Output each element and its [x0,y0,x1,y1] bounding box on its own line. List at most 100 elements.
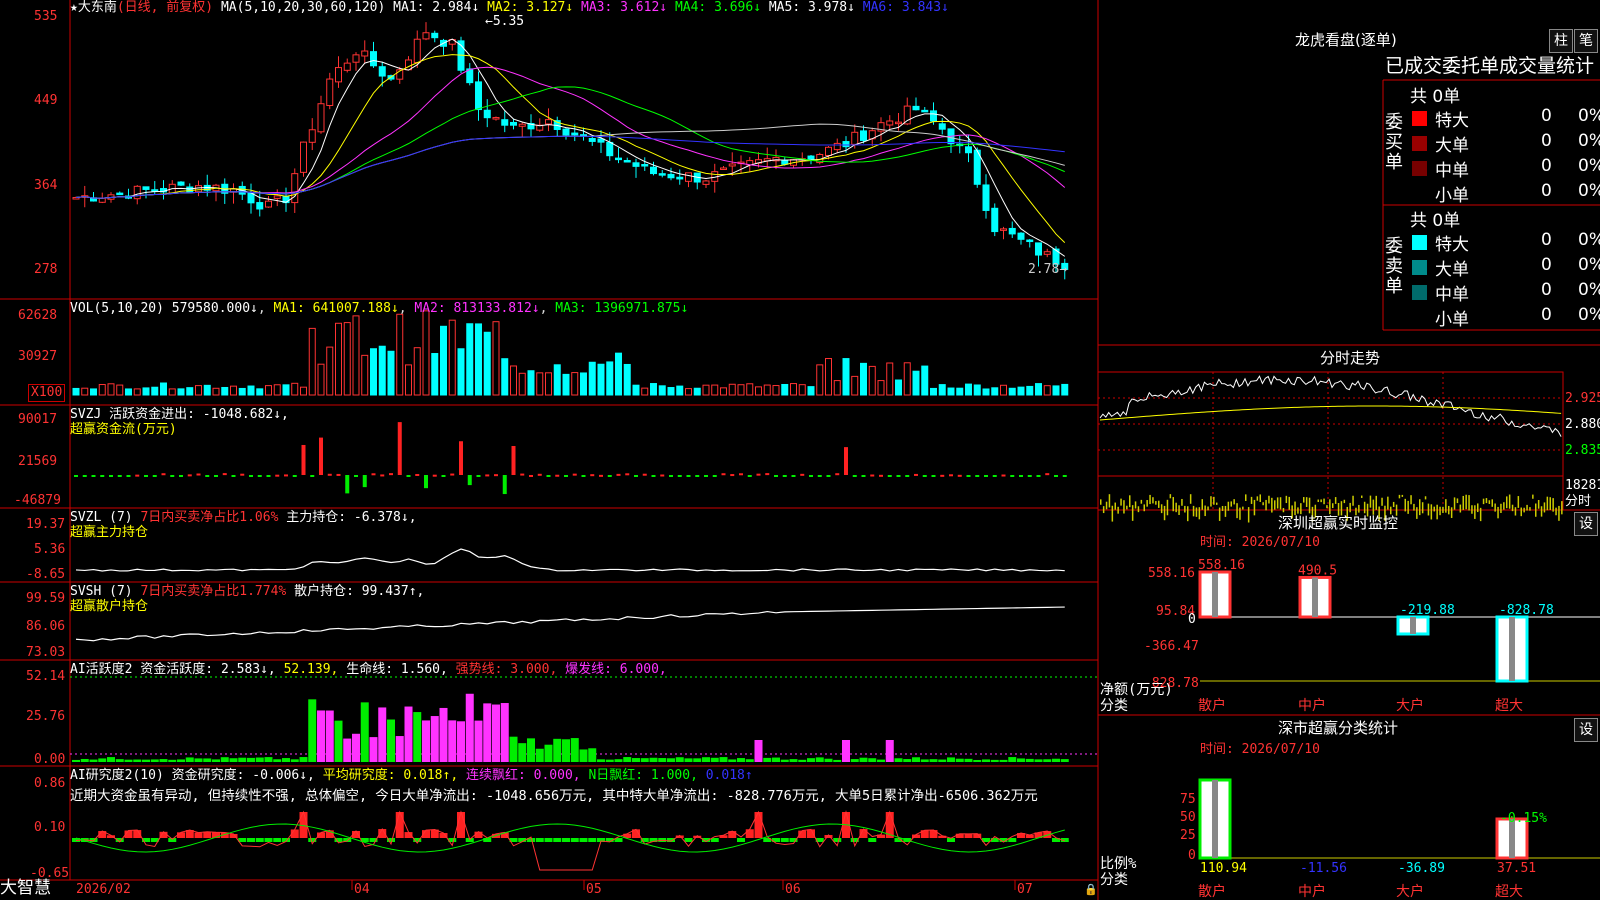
research-bar [562,838,570,842]
intraday-volume-bar [1195,507,1198,517]
candle-body [475,81,482,111]
intraday-volume-bar [1477,503,1479,513]
volume-bar [431,353,439,396]
intraday-volume-bar [1326,505,1328,509]
svzj-bar [257,475,262,477]
svzj-bar [82,475,87,477]
activity-bar [982,759,990,762]
intraday-volume-bar [1137,506,1140,513]
svzj-bar [292,475,297,477]
svzj-bar [1036,475,1041,477]
intraday-volume-bar [1488,500,1491,504]
intraday-volume-bar [1262,502,1264,506]
volume-bar [72,387,80,396]
intraday-volume-bar [1474,505,1476,519]
svzj-bar [205,475,210,477]
activity-bar [518,743,527,762]
lhb-tabs[interactable]: 已成交委托单成交量统计 [1385,55,1594,77]
candle-body [186,186,194,193]
candle-body [825,146,832,156]
ma5-value: MA5: 3.978↓ [768,0,855,15]
volume-bar [308,327,316,396]
volume-bar [938,384,946,396]
buy-orders-label: 委买单 [1385,112,1403,173]
volume-bar [842,358,850,396]
activity-bar [80,758,89,762]
intraday-volume-bar [1117,506,1119,514]
lhb-title: 龙虎看盘(逐单) [1295,31,1397,49]
volume-bar [860,362,867,396]
activity-bar [430,716,439,762]
intraday-volume-bar [1210,496,1212,507]
volume-bar [597,363,605,396]
activity-bar [1060,759,1069,762]
intraday-volume-bar [1500,503,1502,514]
intraday-volume-bar [1503,502,1505,510]
intraday-volume-bar [1207,506,1209,511]
sell-row-pct: 0% [1578,230,1600,250]
volume-bar [790,383,797,396]
volume-bar [107,383,115,396]
bar-mode-button[interactable]: 柱 [1549,29,1573,53]
volume-bar [965,383,972,396]
volume-bar [282,384,290,396]
activity-bar [282,758,290,762]
svzj-bar [100,475,105,477]
intraday-volume-bar [1398,494,1401,499]
vol-tick: 30927 [18,349,58,364]
activity-bar [649,757,658,762]
candle-body [370,51,377,67]
volume-bar [195,385,202,396]
volume-bar [221,386,229,396]
research-line [75,810,1065,871]
svzj-bar [424,475,428,489]
intraday-volume-bar [1427,503,1430,516]
activity-bar [115,759,124,762]
sell-row-swatch [1412,260,1427,275]
sz-monitor-settings-button[interactable]: 设 [1574,512,1598,536]
sz-class-top-label: -0.15% [1500,811,1547,826]
svzj-bar [179,475,183,477]
tick-mode-button[interactable]: 笔 [1574,29,1598,53]
volume-bar [816,364,824,396]
activity-bar [465,693,474,762]
sz-monitor-ylabel: 净额(万元) [1100,682,1173,698]
sz-class-settings-button[interactable]: 设 [1574,718,1598,742]
volume-bar [475,323,482,396]
intraday-volume-bar [1526,504,1528,511]
svzj-bar [984,475,988,477]
intraday-volume-bar [1546,496,1549,511]
volume-bar [676,385,684,396]
activity-bar [308,699,317,762]
intraday-volume-bar [1288,496,1290,510]
intraday-volume-bar [1543,502,1546,513]
activity-bar [220,757,229,762]
activity-bar [920,759,929,762]
intraday-volume-bar [1250,496,1253,504]
svzj-bar [502,475,507,495]
activity-bar [658,758,667,762]
svzj-bar [870,474,875,477]
intraday-volume-bar [1462,495,1464,510]
sell-row-count: 0 [1541,280,1552,300]
intraday-volume-bar [1323,498,1325,505]
svzj-bar [389,473,393,476]
svzj-bar [371,473,376,476]
candle-body [938,123,946,130]
price-tick: 449 [34,93,58,108]
intraday-volume-bar [1401,494,1404,497]
activity-bar [824,758,833,762]
svzj-bar [634,475,638,477]
volume-bar [877,380,885,396]
activity-bar [903,759,912,762]
intraday-volume-bar [1549,497,1551,510]
intraday-volume-bar [1497,506,1499,519]
intraday-volume-bar [1120,498,1122,506]
activity-bar [570,738,579,762]
lock-icon[interactable]: 🔒 [1084,882,1098,898]
activity-bar [500,703,509,762]
sz-class-ylabel: 比例% [1100,856,1137,872]
buy-total: 共 0单 [1410,87,1461,107]
activity-bar [929,759,938,762]
activity-bar [745,759,754,762]
